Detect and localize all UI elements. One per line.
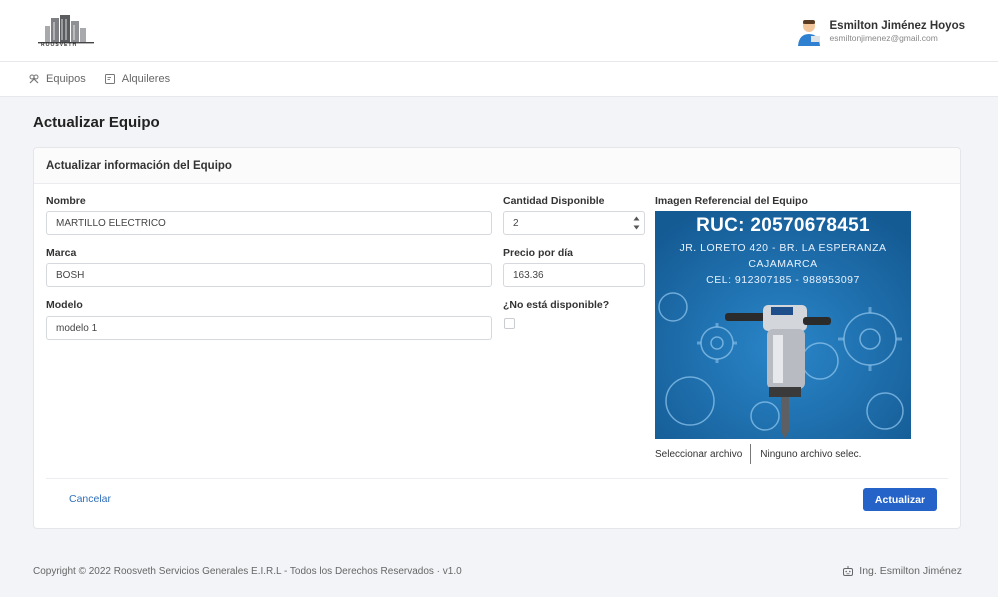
user-avatar-icon bbox=[797, 20, 820, 46]
cantidad-label: Cantidad Disponible bbox=[503, 195, 605, 207]
main-nav: Equipos Alquileres bbox=[0, 62, 998, 97]
cantidad-input[interactable]: 2 bbox=[503, 211, 645, 235]
chevron-up-icon[interactable] bbox=[633, 216, 640, 221]
file-input[interactable]: Seleccionar archivo Ninguno archivo sele… bbox=[655, 444, 861, 464]
modelo-value: modelo 1 bbox=[56, 322, 98, 334]
footer-copyright: Copyright © 2022 Roosveth Servicios Gene… bbox=[33, 566, 462, 577]
top-bar: ROOSVETH Esmilton Jiménez Hoyos esmilton… bbox=[0, 0, 998, 62]
cancel-link[interactable]: Cancelar bbox=[69, 493, 111, 505]
modelo-label: Modelo bbox=[46, 299, 83, 311]
image-phone-text: CEL: 912307185 - 988953097 bbox=[706, 274, 860, 286]
marca-label: Marca bbox=[46, 247, 77, 259]
user-name: Esmilton Jiménez Hoyos bbox=[829, 19, 965, 32]
nav-label-alquileres: Alquileres bbox=[121, 73, 171, 85]
robot-icon bbox=[843, 566, 854, 576]
footer-author: Ing. Esmilton Jiménez bbox=[842, 565, 962, 577]
logo-text: ROOSVETH bbox=[41, 42, 78, 48]
image-city-text: CAJAMARCA bbox=[748, 258, 818, 270]
precio-value: 163.36 bbox=[513, 269, 544, 281]
document-icon bbox=[104, 74, 115, 84]
disponible-label: ¿No está disponible? bbox=[503, 299, 610, 311]
nombre-input[interactable]: MARTILLO ELECTRICO bbox=[46, 211, 492, 235]
nav-label-equipos: Equipos bbox=[46, 73, 86, 85]
select-file-button[interactable]: Seleccionar archivo bbox=[655, 444, 752, 464]
nombre-value: MARTILLO ELECTRICO bbox=[56, 217, 166, 229]
image-ruc-text: RUC: 20570678451 bbox=[696, 215, 870, 236]
quantity-stepper[interactable] bbox=[633, 216, 640, 230]
update-equipment-card: Actualizar información del Equipo Nombre… bbox=[33, 147, 961, 529]
card-title: Actualizar información del Equipo bbox=[34, 148, 960, 184]
precio-input[interactable]: 163.36 bbox=[503, 263, 645, 287]
file-name-text: Ninguno archivo selec. bbox=[760, 448, 862, 460]
user-email: esmiltonjimenez@gmail.com bbox=[829, 32, 938, 43]
nav-item-equipos[interactable]: Equipos bbox=[28, 73, 86, 85]
company-logo[interactable]: ROOSVETH bbox=[33, 12, 99, 50]
card-divider bbox=[46, 478, 948, 479]
marca-value: BOSH bbox=[56, 269, 85, 281]
page-title: Actualizar Equipo bbox=[33, 114, 160, 131]
nav-item-alquileres[interactable]: Alquileres bbox=[104, 73, 170, 85]
nombre-label: Nombre bbox=[46, 195, 86, 207]
cantidad-value: 2 bbox=[513, 217, 519, 229]
equipment-image: RUC: 20570678451 JR. LORETO 420 - BR. LA… bbox=[655, 211, 911, 439]
imagen-label: Imagen Referencial del Equipo bbox=[655, 195, 808, 207]
chevron-down-icon[interactable] bbox=[633, 225, 640, 230]
update-button[interactable]: Actualizar bbox=[863, 488, 937, 511]
modelo-input[interactable]: modelo 1 bbox=[46, 316, 492, 340]
precio-label: Precio por día bbox=[503, 247, 574, 259]
image-address-text: JR. LORETO 420 - BR. LA ESPERANZA bbox=[679, 242, 887, 254]
tools-icon bbox=[29, 74, 39, 84]
marca-input[interactable]: BOSH bbox=[46, 263, 492, 287]
footer-author-name: Ing. Esmilton Jiménez bbox=[859, 565, 962, 577]
no-disponible-checkbox[interactable] bbox=[504, 318, 515, 329]
user-profile[interactable]: Esmilton Jiménez Hoyos esmiltonjimenez@g… bbox=[794, 14, 965, 48]
